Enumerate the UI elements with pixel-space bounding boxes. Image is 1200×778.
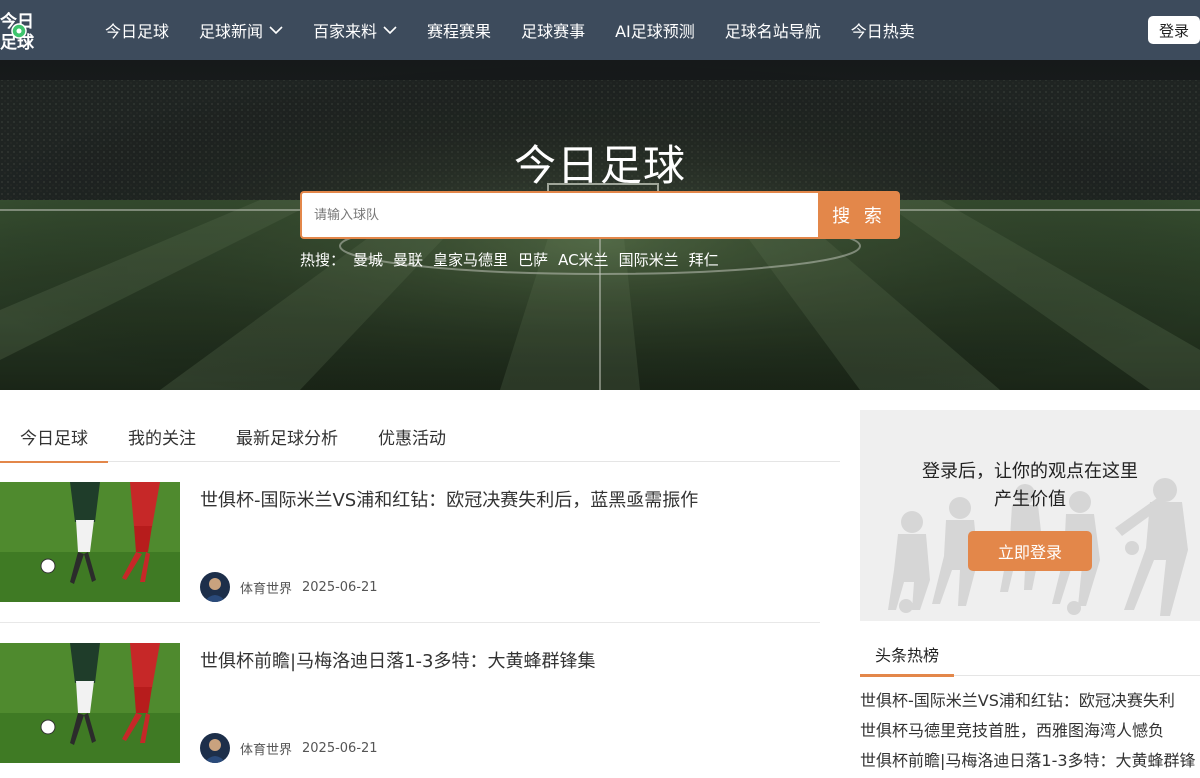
nav-item-hot-sale[interactable]: 今日热卖 — [836, 0, 930, 60]
chevron-down-icon — [383, 26, 397, 35]
article-thumbnail[interactable] — [0, 643, 180, 763]
hot-tag-real-madrid[interactable]: 皇家马德里 — [433, 249, 508, 270]
hot-search-label: 热搜： — [300, 251, 346, 269]
article-list-item: 世俱杯前瞻|马梅洛迪日落1-3多特：大黄蜂群锋集 体育世界 2025-06-21 — [0, 643, 820, 764]
nav-label: 赛程赛果 — [427, 22, 492, 41]
promo-message: 登录后，让你的观点在这里 产生价值 — [860, 458, 1200, 514]
hot-tag-man-city[interactable]: 曼城 — [353, 249, 383, 270]
search-button[interactable]: 搜 索 — [818, 191, 900, 239]
author-avatar[interactable] — [200, 733, 230, 763]
hot-tag-man-united[interactable]: 曼联 — [393, 249, 423, 270]
search-bar: 搜 索 — [300, 191, 900, 239]
nav-item-football-news[interactable]: 足球新闻 — [184, 0, 298, 60]
content-tabs: 今日足球 我的关注 最新足球分析 优惠活动 — [0, 410, 840, 463]
nav-label: 今日足球 — [105, 22, 170, 41]
login-button[interactable]: 登录 — [1148, 16, 1200, 44]
promo-line: 产生价值 — [994, 489, 1066, 510]
hot-tag-inter-milan[interactable]: 国际米兰 — [619, 249, 679, 270]
article-title[interactable]: 世俱杯前瞻|马梅洛迪日落1-3多特：大黄蜂群锋集 — [200, 647, 595, 673]
nav-item-football-events[interactable]: 足球赛事 — [506, 0, 600, 60]
article-author[interactable]: 体育世界 — [240, 578, 292, 597]
hot-list: 世俱杯-国际米兰VS浦和红钻：欧冠决赛失利 世俱杯马德里竞技首胜，西雅图海湾人憾… — [860, 688, 1200, 778]
main-menu: 今日足球 足球新闻 百家来料 赛程赛果 足球赛事 AI足球预测 足球名站导航 今… — [90, 0, 930, 60]
hot-search-tags: 热搜： 曼城 曼联 皇家马德里 巴萨 AC米兰 国际米兰 拜仁 — [300, 249, 729, 270]
nav-label: 今日热卖 — [850, 22, 915, 41]
top-navbar: 今日 足球 今日足球 足球新闻 百家来料 赛程赛果 足球赛事 AI足球预测 足球… — [0, 0, 1200, 60]
hot-list-item[interactable]: 世俱杯-国际米兰VS浦和红钻：欧冠决赛失利 — [860, 688, 1200, 718]
nav-label: AI足球预测 — [615, 22, 695, 41]
tab-promotions[interactable]: 优惠活动 — [358, 410, 466, 462]
tab-today-football[interactable]: 今日足球 — [0, 410, 108, 463]
hot-list-item[interactable]: 世俱杯马德里竞技首胜，西雅图海湾人憾负 — [860, 718, 1200, 748]
hot-tag-barcelona[interactable]: 巴萨 — [518, 249, 548, 270]
hot-tag-bayern[interactable]: 拜仁 — [689, 249, 719, 270]
hero-banner: 今日足球 搜 索 热搜： 曼城 曼联 皇家马德里 巴萨 AC米兰 国际米兰 拜仁 — [0, 60, 1200, 390]
article-meta: 体育世界 2025-06-21 — [200, 733, 378, 763]
article-date: 2025-06-21 — [302, 740, 378, 756]
article-title[interactable]: 世俱杯-国际米兰VS浦和红钻：欧冠决赛失利后，蓝黑亟需振作 — [200, 486, 698, 512]
article-list-item: 世俱杯-国际米兰VS浦和红钻：欧冠决赛失利后，蓝黑亟需振作 体育世界 2025-… — [0, 482, 820, 623]
article-divider — [0, 622, 820, 623]
promo-line: 登录后，让你的观点在这里 — [922, 461, 1138, 482]
nav-item-site-directory[interactable]: 足球名站导航 — [710, 0, 836, 60]
hot-list-item[interactable]: 世俱杯前瞻|马梅洛迪日落1-3多特：大黄蜂群锋 — [860, 748, 1200, 778]
nav-item-schedule-results[interactable]: 赛程赛果 — [412, 0, 506, 60]
article-thumbnail[interactable] — [0, 482, 180, 602]
nav-label: 足球新闻 — [199, 22, 264, 41]
hot-list-tab[interactable]: 头条热榜 — [860, 632, 954, 677]
hot-tag-ac-milan[interactable]: AC米兰 — [558, 249, 608, 270]
nav-item-today-football[interactable]: 今日足球 — [90, 0, 184, 60]
author-avatar[interactable] — [200, 572, 230, 602]
tab-my-follows[interactable]: 我的关注 — [108, 410, 216, 462]
nav-item-ai-prediction[interactable]: AI足球预测 — [600, 0, 710, 60]
player-silhouettes-illustration — [888, 478, 1188, 616]
tab-latest-analysis[interactable]: 最新足球分析 — [216, 410, 358, 462]
nav-label: 足球名站导航 — [724, 22, 821, 41]
nav-label: 百家来料 — [313, 22, 378, 41]
hot-list-header: 头条热榜 — [860, 632, 1200, 677]
chevron-down-icon — [269, 26, 283, 35]
hero-title: 今日足球 — [513, 141, 686, 190]
nav-item-sources[interactable]: 百家来料 — [298, 0, 412, 60]
login-now-button[interactable]: 立即登录 — [968, 531, 1092, 571]
nav-label: 足球赛事 — [521, 22, 586, 41]
article-date: 2025-06-21 — [302, 579, 378, 595]
article-author[interactable]: 体育世界 — [240, 739, 292, 758]
team-search-input[interactable] — [300, 191, 818, 239]
login-promo-card: 登录后，让你的观点在这里 产生价值 立即登录 — [860, 410, 1200, 621]
article-meta: 体育世界 2025-06-21 — [200, 572, 378, 602]
site-logo[interactable]: 今日 足球 — [0, 8, 42, 53]
